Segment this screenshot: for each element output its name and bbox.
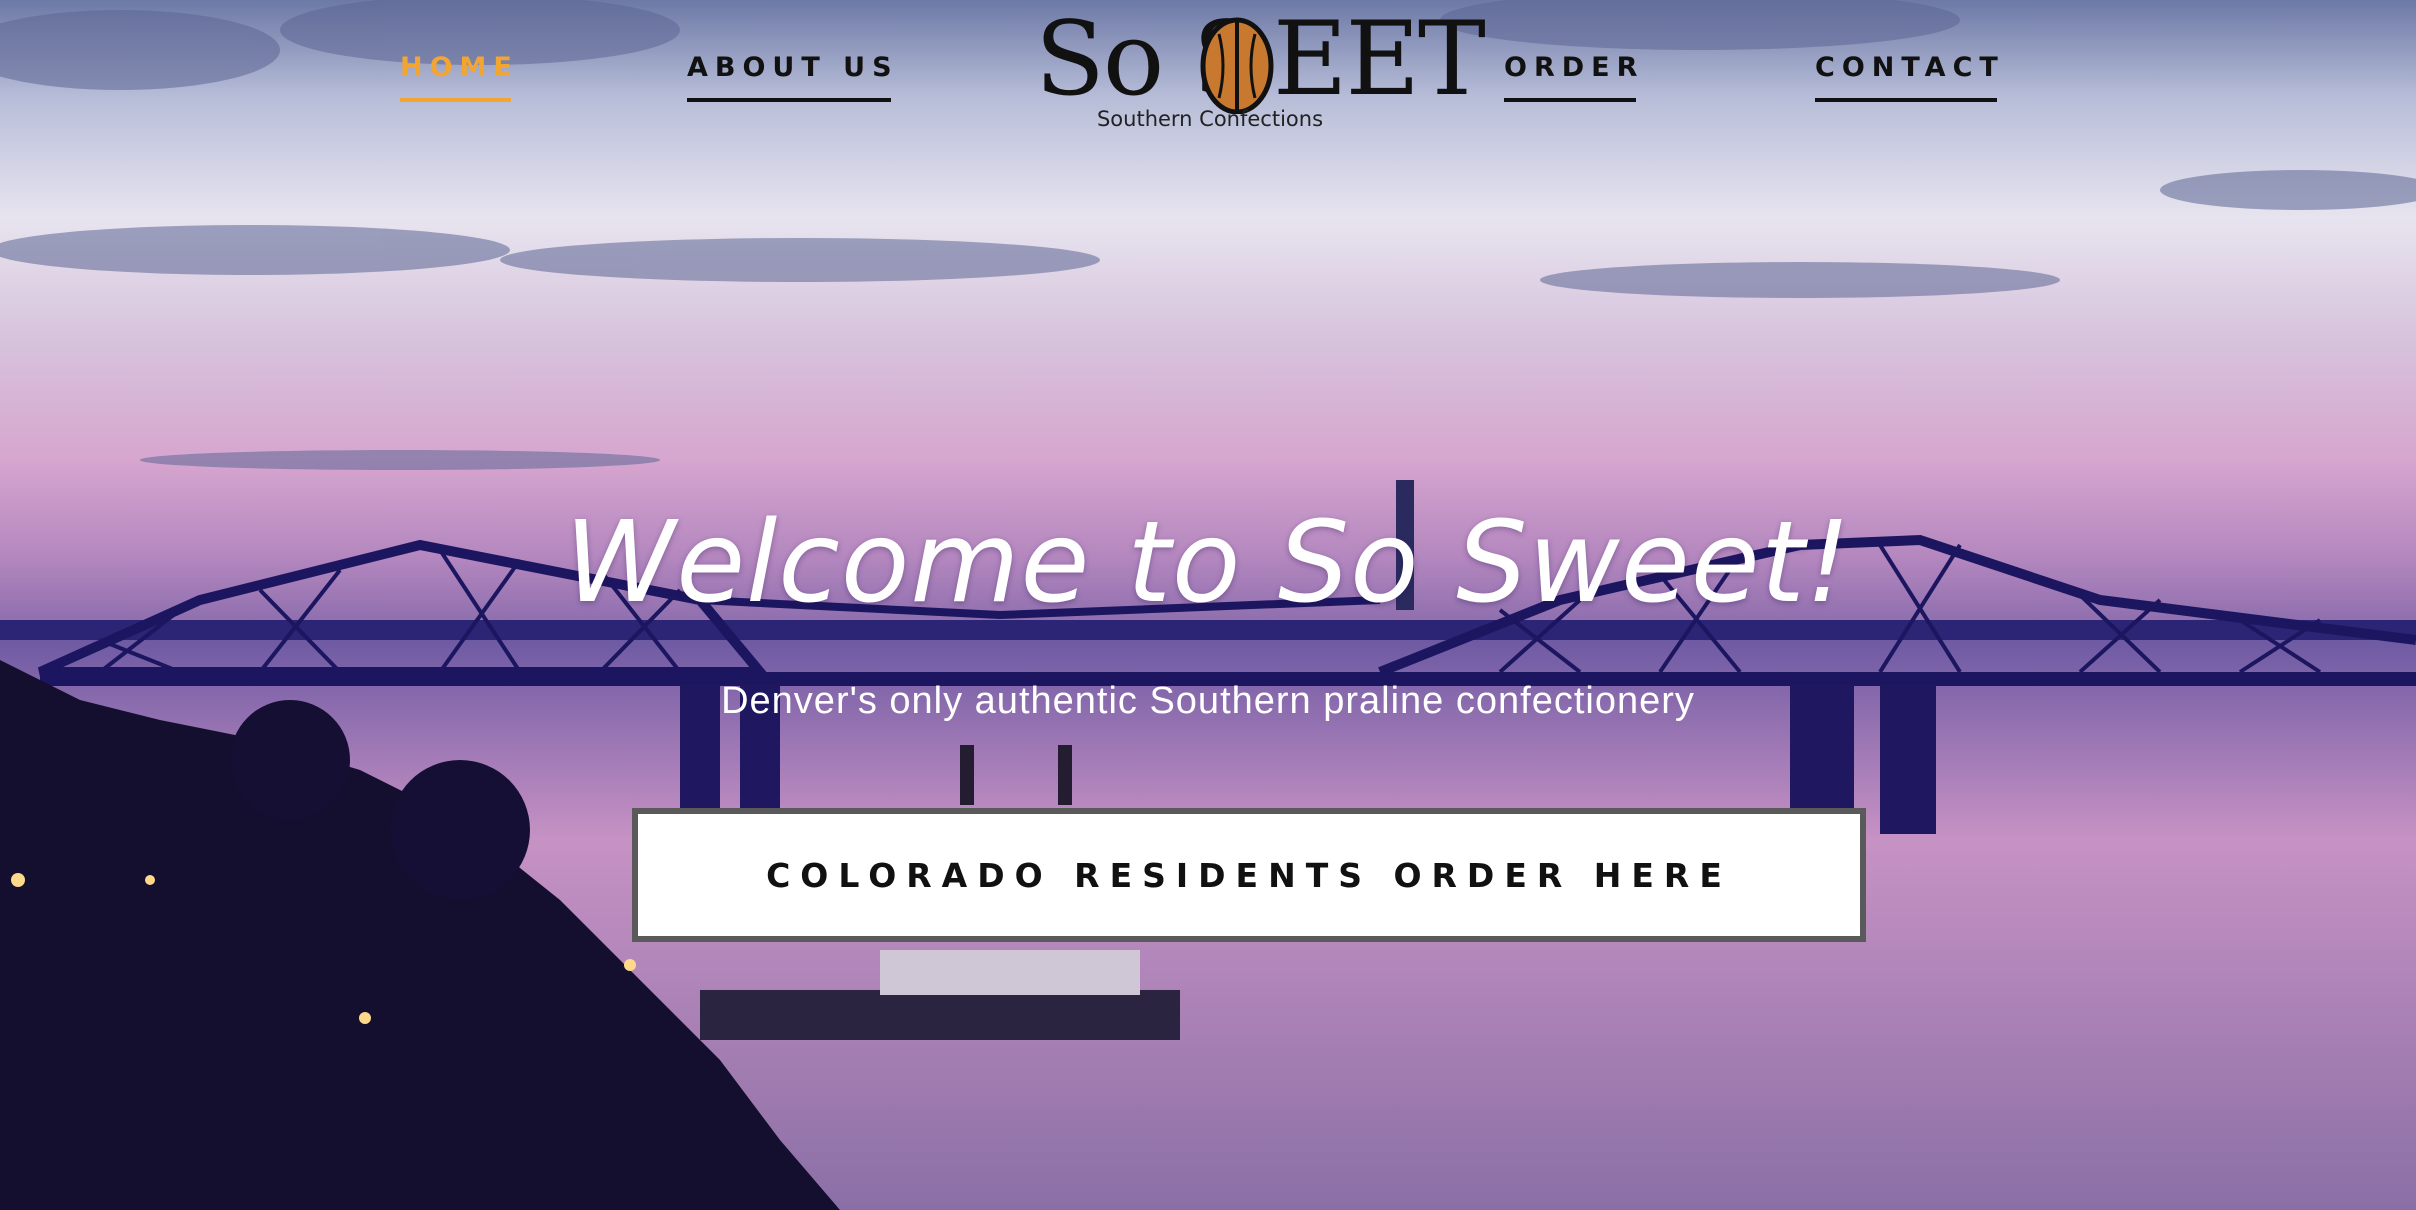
pecan-icon: [1200, 17, 1274, 114]
logo[interactable]: So S EET Southern Confections: [1035, 4, 1486, 139]
site-header: HOME ABOUT US So S EET Southern Confecti…: [0, 0, 2416, 131]
hero-title: Welcome to So Sweet!: [564, 498, 1852, 628]
nav-order[interactable]: ORDER: [1504, 52, 1644, 102]
nav-contact[interactable]: CONTACT: [1815, 52, 2005, 102]
nav-home[interactable]: HOME: [400, 52, 519, 102]
hero-subtitle: Denver's only authentic Southern praline…: [721, 680, 1695, 722]
order-cta-button[interactable]: COLORADO RESIDENTS ORDER HERE: [632, 808, 1866, 942]
nav-about-us[interactable]: ABOUT US: [687, 52, 899, 102]
logo-tagline: Southern Confections: [1096, 107, 1324, 131]
logo-word-right: EET: [1273, 0, 1486, 119]
